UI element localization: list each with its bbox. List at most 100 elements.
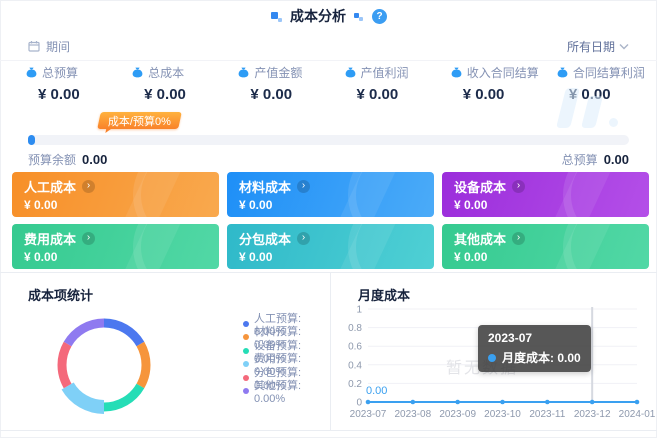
card-value: ¥ 0.00 bbox=[454, 250, 637, 264]
kpi-value: ¥ 0.00 bbox=[569, 86, 647, 103]
arrow-right-icon[interactable]: › bbox=[82, 180, 95, 193]
legend-dot bbox=[243, 361, 249, 367]
svg-text:0.4: 0.4 bbox=[348, 360, 362, 371]
card-value: ¥ 0.00 bbox=[239, 198, 422, 212]
budget-total-label: 总预算 bbox=[562, 151, 598, 168]
card-title: 费用成本 bbox=[24, 229, 76, 248]
svg-text:2023-09: 2023-09 bbox=[439, 409, 476, 420]
arrow-right-icon[interactable]: › bbox=[82, 232, 95, 245]
svg-text:0.8: 0.8 bbox=[348, 323, 362, 334]
cost-items-title: 成本项统计 bbox=[28, 285, 93, 304]
money-bag-icon bbox=[451, 67, 462, 78]
card-equipment-cost[interactable]: 设备成本 › ¥ 0.00 bbox=[442, 172, 649, 217]
calendar-icon bbox=[28, 40, 40, 52]
tooltip-title: 2023-07 bbox=[488, 331, 581, 345]
tooltip-series-dot bbox=[488, 354, 496, 362]
kpi-label: 总成本 bbox=[148, 64, 184, 81]
money-bag-icon bbox=[557, 67, 568, 78]
card-labor-cost[interactable]: 人工成本 › ¥ 0.00 bbox=[12, 172, 219, 217]
money-bag-icon bbox=[132, 67, 143, 78]
arrow-right-icon[interactable]: › bbox=[512, 232, 525, 245]
period-filter-label: 期间 bbox=[28, 38, 70, 55]
cost-budget-ratio-badge: 成本/预算0% bbox=[97, 112, 182, 129]
kpi-value: ¥ 0.00 bbox=[463, 86, 541, 103]
cost-items-panel: 成本项统计 人工预算: 0.00% 材料预算: 0.00% 设备预算: 0.00… bbox=[0, 273, 331, 430]
kpi-settlement-profit: 合同结算利润 ¥ 0.00 bbox=[541, 64, 647, 112]
page-title: 成本分析 bbox=[290, 6, 346, 26]
card-value: ¥ 0.00 bbox=[454, 198, 637, 212]
ratio-badge-text: 成本/预算0% bbox=[108, 113, 171, 129]
budget-remaining-value: 0.00 bbox=[82, 152, 107, 167]
kpi-total-cost: 总成本 ¥ 0.00 bbox=[116, 64, 222, 112]
arrow-right-icon[interactable]: › bbox=[297, 180, 310, 193]
budget-summary-row: 预算余额 0.00 总预算 0.00 bbox=[28, 151, 629, 169]
legend-dot bbox=[243, 388, 249, 394]
legend-item[interactable]: 其他预算: 0.00% bbox=[243, 385, 330, 399]
svg-text:2023-07: 2023-07 bbox=[350, 409, 387, 420]
legend-dot bbox=[243, 321, 249, 327]
kpi-label: 合同结算利润 bbox=[573, 64, 645, 81]
legend-text: 其他预算: 0.00% bbox=[254, 377, 330, 405]
card-value: ¥ 0.00 bbox=[239, 250, 422, 264]
budget-progress-fill bbox=[28, 135, 35, 145]
legend-dot bbox=[243, 375, 249, 381]
money-bag-icon bbox=[238, 67, 249, 78]
arrow-right-icon[interactable]: › bbox=[512, 180, 525, 193]
svg-text:1: 1 bbox=[356, 305, 362, 316]
kpi-label: 总预算 bbox=[42, 64, 78, 81]
date-range-value: 所有日期 bbox=[567, 38, 615, 55]
tooltip-value: 月度成本: 0.00 bbox=[502, 349, 581, 366]
arrow-right-icon[interactable]: › bbox=[297, 232, 310, 245]
budget-progress-bar bbox=[28, 135, 629, 145]
card-expense-cost[interactable]: 费用成本 › ¥ 0.00 bbox=[12, 224, 219, 269]
chevron-down-icon bbox=[619, 43, 629, 50]
bottom-section: 成本项统计 人工预算: 0.00% 材料预算: 0.00% 设备预算: 0.00… bbox=[0, 272, 657, 431]
card-title: 人工成本 bbox=[24, 177, 76, 196]
monthly-cost-panel: 月度成本 00.20.40.60.812023-072023-082023-09… bbox=[332, 273, 657, 430]
card-material-cost[interactable]: 材料成本 › ¥ 0.00 bbox=[227, 172, 434, 217]
kpi-label: 产值利润 bbox=[361, 64, 409, 81]
title-decoration-right-icon bbox=[353, 10, 365, 22]
cost-cards-grid: 人工成本 › ¥ 0.00 材料成本 › ¥ 0.00 设备成本 › ¥ 0.00 费… bbox=[12, 172, 649, 269]
kpi-total-budget: 总预算 ¥ 0.00 bbox=[10, 64, 116, 112]
filter-bar: 期间 所有日期 bbox=[0, 32, 657, 61]
date-range-select[interactable]: 所有日期 bbox=[567, 38, 629, 55]
svg-text:2023-11: 2023-11 bbox=[529, 409, 565, 420]
svg-text:0: 0 bbox=[356, 398, 362, 409]
svg-text:2023-12: 2023-12 bbox=[574, 409, 611, 420]
kpi-label: 收入合同结算 bbox=[467, 64, 539, 81]
budget-total-value: 0.00 bbox=[604, 152, 629, 167]
card-title: 其他成本 bbox=[454, 229, 506, 248]
kpi-value: ¥ 0.00 bbox=[357, 86, 435, 103]
kpi-value: ¥ 0.00 bbox=[250, 86, 328, 103]
cost-items-donut-chart[interactable] bbox=[48, 309, 160, 421]
donut-legend: 人工预算: 0.00% 材料预算: 0.00% 设备预算: 0.00% 费用预算… bbox=[243, 317, 330, 398]
page-header: 成本分析 ? bbox=[0, 0, 657, 32]
card-value: ¥ 0.00 bbox=[24, 198, 207, 212]
svg-text:0.6: 0.6 bbox=[348, 342, 362, 353]
budget-total: 总预算 0.00 bbox=[562, 151, 629, 168]
kpi-output-amount: 产值金额 ¥ 0.00 bbox=[222, 64, 328, 112]
card-title: 材料成本 bbox=[239, 177, 291, 196]
legend-dot bbox=[243, 348, 249, 354]
help-icon[interactable]: ? bbox=[372, 9, 387, 24]
svg-text:2023-08: 2023-08 bbox=[394, 409, 431, 420]
budget-remaining: 预算余额 0.00 bbox=[28, 151, 107, 168]
card-title: 分包成本 bbox=[239, 229, 291, 248]
card-other-cost[interactable]: 其他成本 › ¥ 0.00 bbox=[442, 224, 649, 269]
cost-analysis-page: 成本分析 ? 期间 所有日期 总预算 ¥ 0.00 总成本 ¥ 0.00 产值金… bbox=[0, 0, 657, 438]
kpi-value: ¥ 0.00 bbox=[38, 86, 116, 103]
title-decoration-left-icon bbox=[270, 10, 283, 23]
period-label: 期间 bbox=[46, 38, 70, 55]
svg-text:0.00: 0.00 bbox=[366, 385, 387, 397]
money-bag-icon bbox=[345, 67, 356, 78]
legend-dot bbox=[243, 334, 249, 340]
svg-text:2023-10: 2023-10 bbox=[484, 409, 521, 420]
card-title: 设备成本 bbox=[454, 177, 506, 196]
money-bag-icon bbox=[26, 67, 37, 78]
kpi-income-settlement: 收入合同结算 ¥ 0.00 bbox=[435, 64, 541, 112]
card-subcontract-cost[interactable]: 分包成本 › ¥ 0.00 bbox=[227, 224, 434, 269]
kpi-value: ¥ 0.00 bbox=[144, 86, 222, 103]
card-value: ¥ 0.00 bbox=[24, 250, 207, 264]
chart-tooltip: 2023-07 月度成本: 0.00 bbox=[478, 325, 591, 372]
